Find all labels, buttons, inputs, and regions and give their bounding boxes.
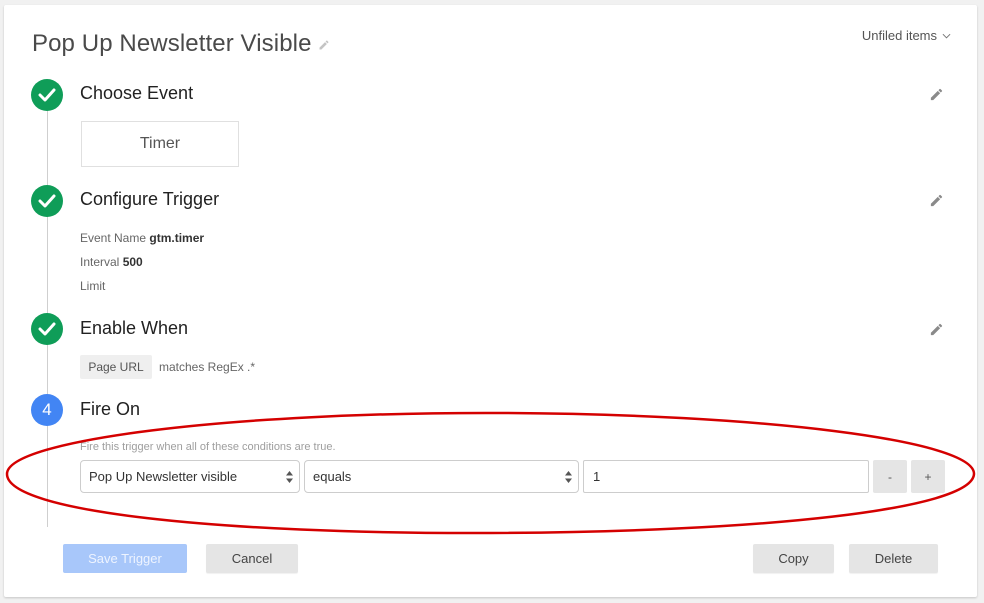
chevron-down-icon [942, 33, 951, 39]
detail-value: 500 [122, 255, 143, 269]
step-1-complete-check-icon [31, 79, 63, 111]
condition-value-input[interactable] [583, 460, 869, 493]
detail-label: Event Name [80, 231, 147, 245]
step-2-title: Configure Trigger [80, 189, 220, 209]
detail-label: Interval [80, 255, 120, 269]
variable-select[interactable]: Pop Up Newsletter visible [80, 460, 300, 493]
detail-label: Limit [80, 279, 106, 293]
detail-value: gtm.timer [149, 231, 205, 245]
step-3-title: Enable When [80, 318, 189, 338]
step-2-complete-check-icon [31, 185, 63, 217]
save-trigger-button[interactable]: Save Trigger [63, 544, 187, 573]
step-4-number-badge: 4 [31, 394, 63, 426]
select-arrows-icon [286, 471, 293, 483]
edit-event-pencil-icon[interactable] [929, 87, 944, 102]
detail-limit: Limit [80, 279, 105, 293]
variable-select-value: Pop Up Newsletter visible [89, 469, 238, 484]
enable-variable-chip: Page URL [80, 355, 152, 379]
add-condition-button[interactable]: + [911, 460, 945, 493]
folder-label: Unfiled items [861, 28, 937, 43]
event-type-label: Timer [139, 135, 181, 152]
edit-enable-pencil-icon[interactable] [929, 322, 944, 337]
delete-button[interactable]: Delete [849, 544, 938, 573]
edit-name-pencil-icon[interactable] [318, 39, 330, 51]
operator-select[interactable]: equals [304, 460, 579, 493]
cancel-button[interactable]: Cancel [206, 544, 298, 573]
copy-button[interactable]: Copy [753, 544, 834, 573]
remove-condition-button[interactable]: - [873, 460, 907, 493]
event-type-tile[interactable]: Timer [81, 121, 239, 167]
detail-interval: Interval 500 [80, 255, 143, 269]
detail-event-name: Event Name gtm.timer [80, 231, 204, 245]
step-number: 4 [42, 400, 52, 419]
select-arrows-icon [565, 471, 572, 483]
title-row: Pop Up Newsletter Visible [32, 30, 330, 58]
step-3-complete-check-icon [31, 313, 63, 345]
step-4-title: Fire On [80, 399, 141, 419]
operator-select-value: equals [313, 469, 352, 484]
enable-condition-text: matches RegEx .* [159, 360, 256, 374]
trigger-name[interactable]: Pop Up Newsletter Visible [32, 30, 312, 58]
folder-selector[interactable]: Unfiled items [862, 28, 951, 43]
edit-config-pencil-icon[interactable] [929, 193, 944, 208]
fire-on-hint: Fire this trigger when all of these cond… [80, 441, 336, 453]
step-1-title: Choose Event [80, 83, 194, 103]
